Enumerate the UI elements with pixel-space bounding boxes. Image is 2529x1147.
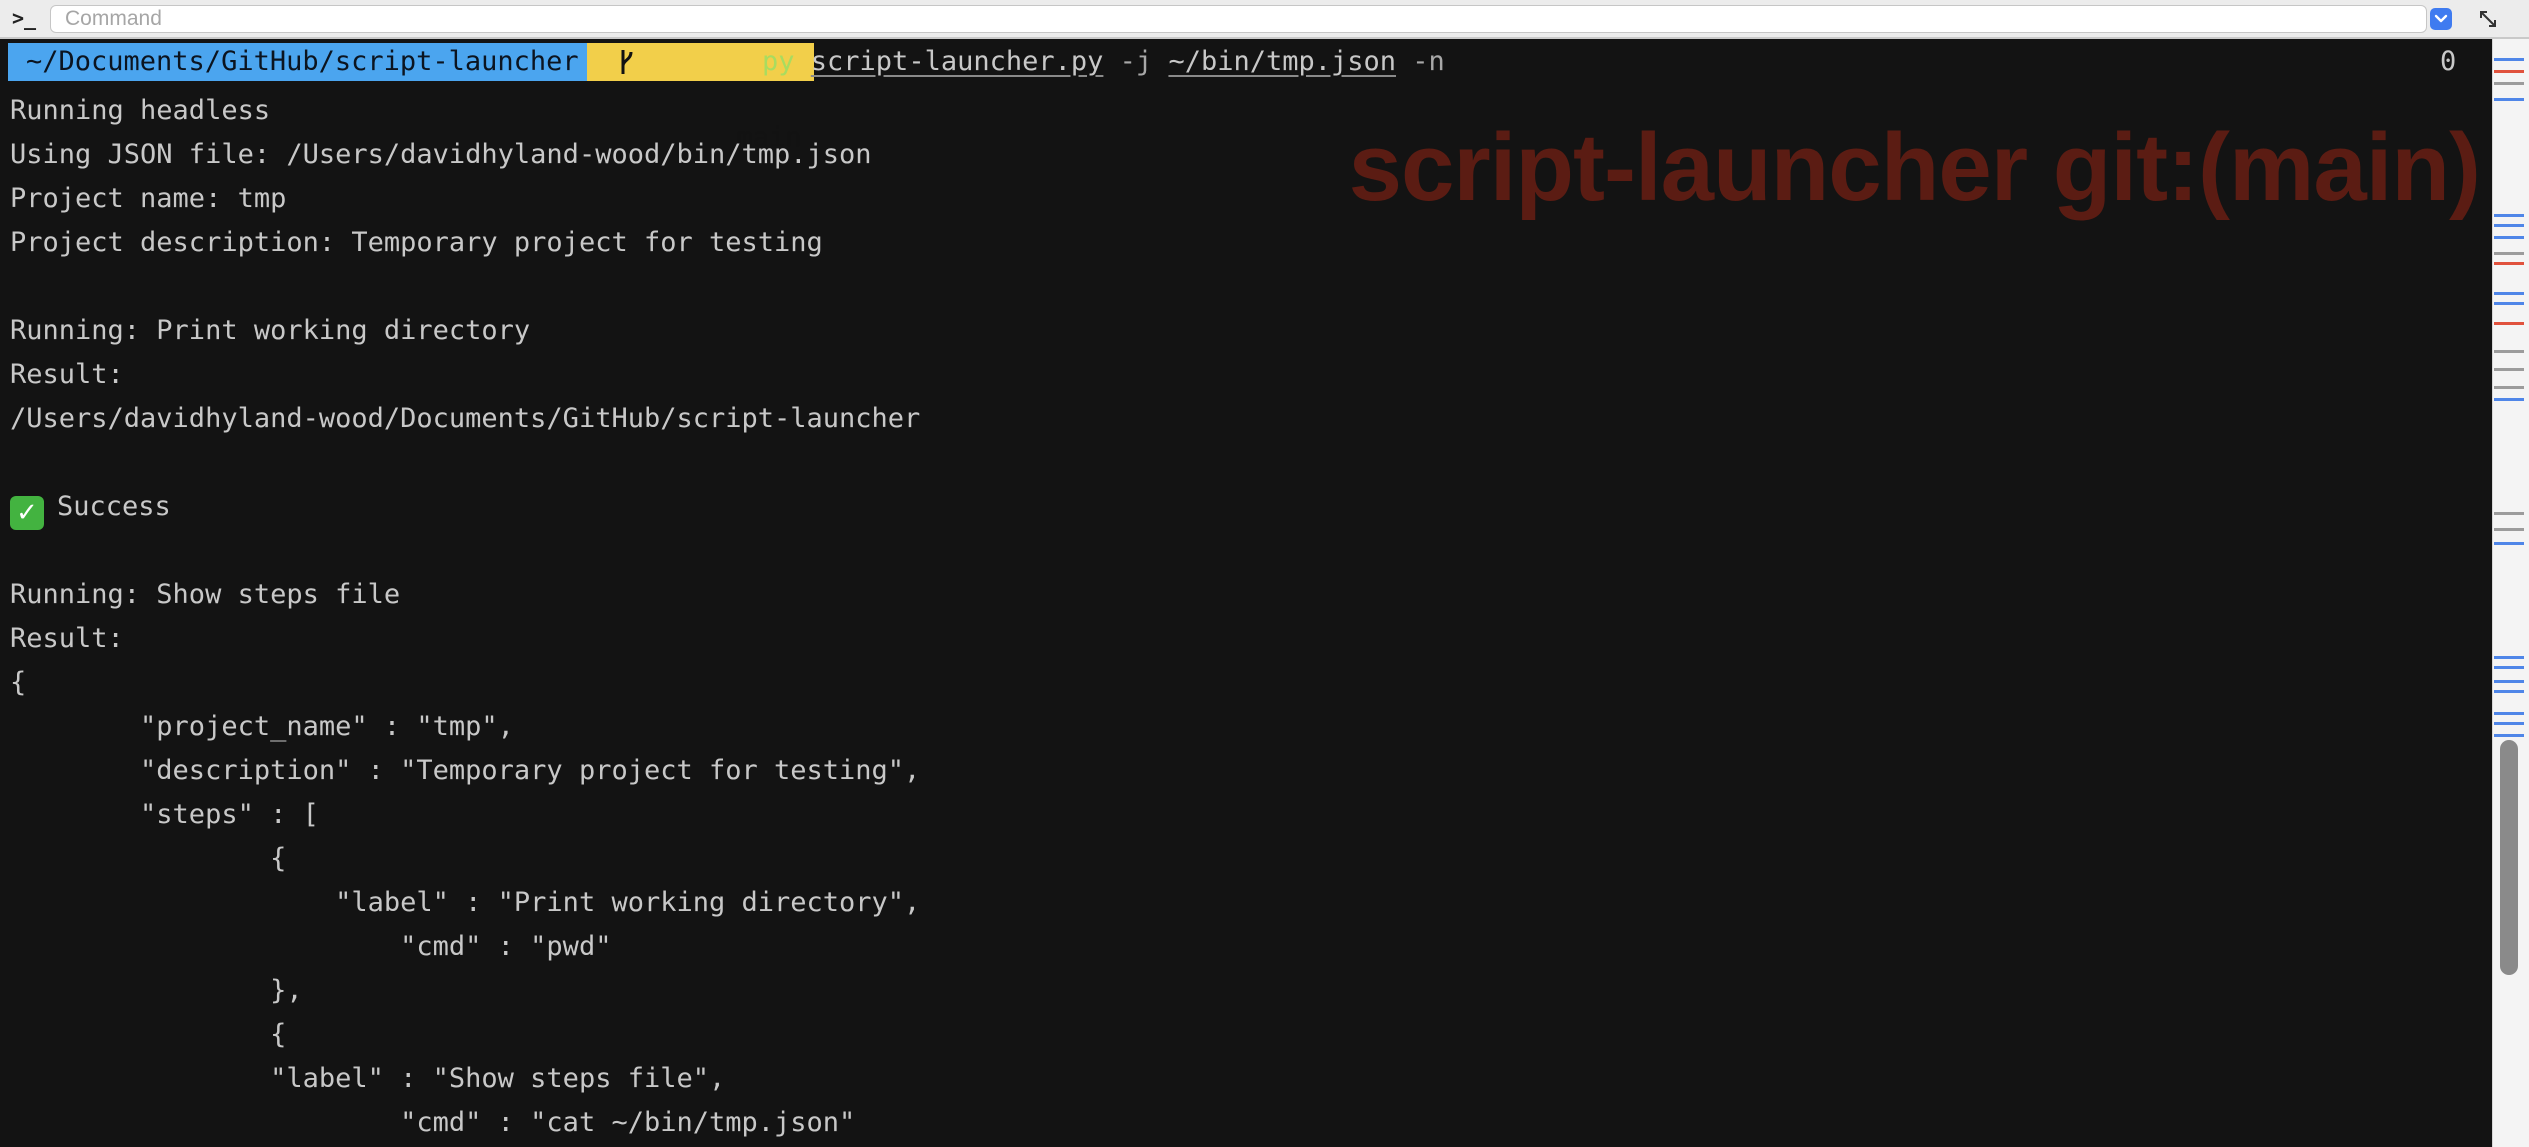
scroll-mark (2494, 386, 2524, 389)
scrollbar-thumb[interactable] (2500, 740, 2518, 975)
output-line: "cmd" : "cat ~/bin/tmp.json" (10, 1107, 856, 1138)
scroll-mark (2494, 252, 2524, 255)
success-text: Success (57, 491, 171, 522)
scroll-mark (2494, 262, 2524, 265)
scroll-mark (2494, 656, 2524, 659)
scroll-mark (2494, 512, 2524, 515)
prompt-arrow-end (729, 43, 746, 81)
scroll-mark (2494, 302, 2524, 305)
expand-arrows-icon (2480, 11, 2496, 27)
scroll-mark (2494, 368, 2524, 371)
output-line: "cmd" : "pwd" (10, 931, 612, 962)
terminal-prompt-icon: >_ (12, 6, 37, 30)
scroll-mark (2494, 350, 2524, 353)
scroll-mark (2494, 690, 2524, 693)
output-line: Project name: tmp (10, 183, 287, 214)
scroll-mark (2494, 224, 2524, 227)
command-program: py (762, 46, 795, 77)
command-history-dropdown[interactable] (2430, 8, 2452, 30)
output-line: /Users/davidhyland-wood/Documents/GitHub… (10, 403, 921, 434)
output-line: Running: Show steps file (10, 579, 401, 610)
command-input[interactable] (50, 5, 2427, 33)
scroll-mark (2494, 236, 2524, 239)
scroll-mark (2494, 734, 2524, 737)
command-flag-n: -n (1412, 46, 1445, 77)
command-script: script-launcher.py (810, 46, 1104, 77)
command-bar: >_ (0, 0, 2529, 39)
scroll-mark (2494, 680, 2524, 683)
output-line: Project description: Temporary project f… (10, 227, 823, 258)
output-line: { (10, 667, 27, 698)
output-line: "description" : "Temporary project for t… (10, 755, 921, 786)
output-line: { (10, 843, 287, 874)
prompt-edge (0, 43, 8, 81)
scroll-mark (2494, 528, 2524, 531)
expand-button[interactable] (2474, 5, 2502, 33)
scroll-mark (2494, 666, 2524, 669)
scroll-mark (2494, 214, 2524, 217)
exit-code: 0 (2440, 46, 2457, 77)
output-line: Running: Print working directory (10, 315, 531, 346)
scrollbar-track[interactable] (2492, 39, 2529, 1147)
scroll-mark (2494, 542, 2524, 545)
command-json-path: ~/bin/tmp.json (1168, 46, 1397, 77)
output-line: Result: (10, 359, 124, 390)
entered-command: py script-launcher.py -j ~/bin/tmp.json … (762, 41, 1445, 83)
scroll-mark (2494, 82, 2524, 85)
git-branch-icon (621, 50, 633, 74)
chevron-down-icon (2434, 14, 2448, 23)
success-line: ✓ Success (10, 485, 171, 530)
terminal-output[interactable]: script-launcher git:(main) ~/Documents/G… (0, 39, 2492, 1147)
checkmark-icon: ✓ (10, 496, 44, 530)
scroll-mark (2494, 98, 2524, 101)
scroll-mark (2494, 398, 2524, 401)
prompt-cwd-segment: ~/Documents/GitHub/script-launcher (8, 43, 593, 81)
prompt-line: ~/Documents/GitHub/script-launcher main … (0, 41, 2492, 153)
output-line: "project_name" : "tmp", (10, 711, 514, 742)
output-line: }, (10, 975, 303, 1006)
output-line: "steps" : [ (10, 799, 319, 830)
output-line: Result: (10, 623, 124, 654)
output-line: Running headless (10, 95, 271, 126)
session-badge: script-launcher git:(main) (1348, 114, 2481, 221)
scroll-mark (2494, 322, 2524, 325)
command-flag-j: -j (1119, 46, 1153, 77)
scroll-mark (2494, 712, 2524, 715)
scroll-mark (2494, 722, 2524, 725)
output-line: "label" : "Print working directory", (10, 887, 921, 918)
output-line: Using JSON file: /Users/davidhyland-wood… (10, 139, 872, 170)
scroll-mark (2494, 58, 2524, 61)
output-line: { (10, 1019, 287, 1050)
scroll-mark (2494, 70, 2524, 73)
scroll-mark (2494, 292, 2524, 295)
output-line: "label" : "Show steps file", (10, 1063, 726, 1094)
